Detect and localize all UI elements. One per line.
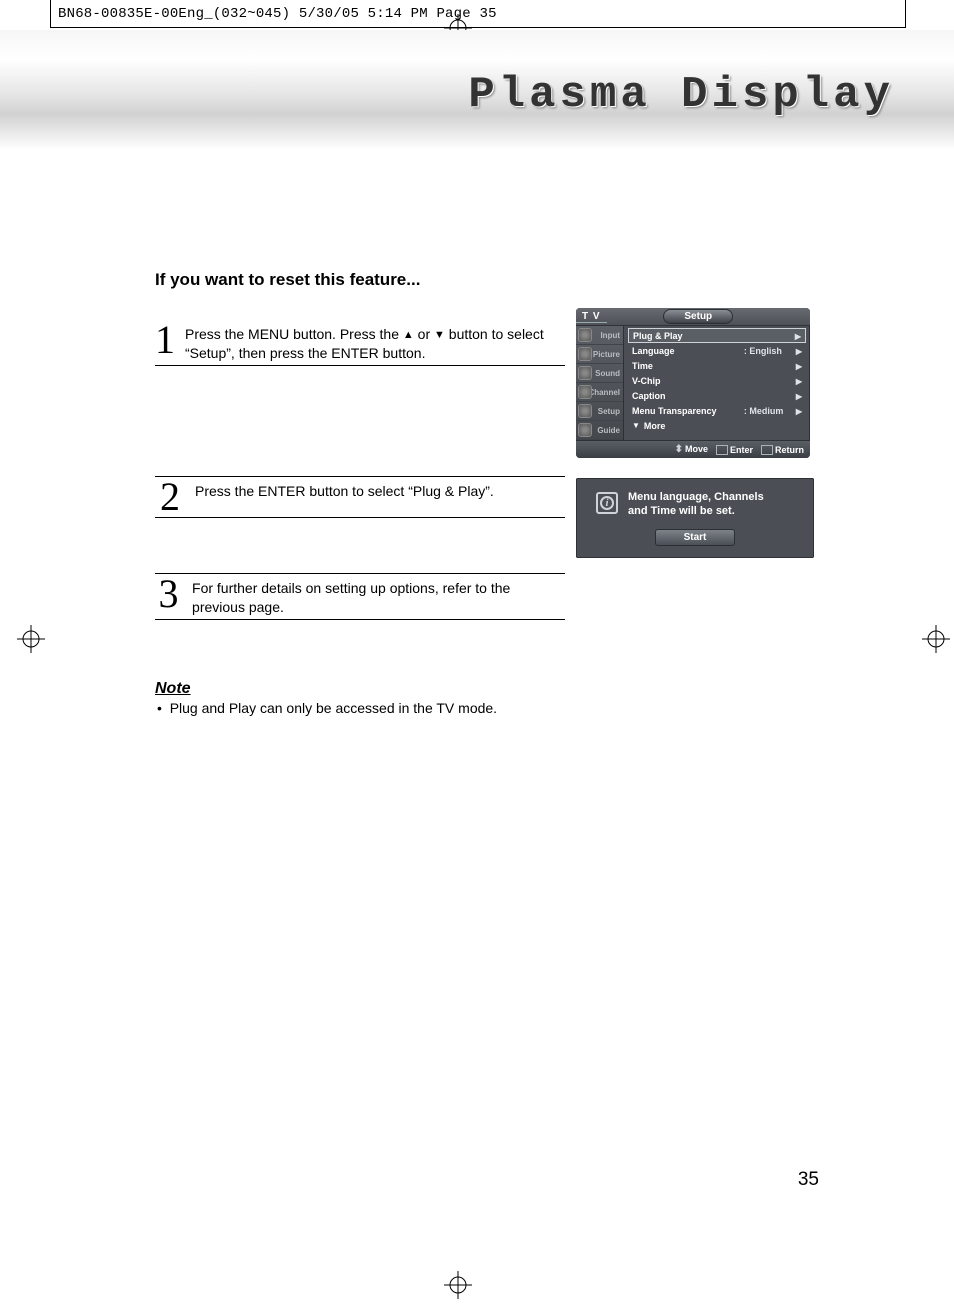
step-number: 3 <box>155 576 182 612</box>
step-2: 2 Press the ENTER button to select “Plug… <box>155 476 565 518</box>
page-header: Plasma Display <box>0 30 954 150</box>
step-1: 1 Press the MENU button. Press the or bu… <box>155 320 565 366</box>
step-text: Press the MENU button. Press the or butt… <box>185 322 565 363</box>
step-text: Press the ENTER button to select “Plug &… <box>195 479 494 501</box>
page-number: 35 <box>798 1169 819 1191</box>
down-triangle-icon <box>434 326 445 342</box>
print-metadata: BN68-00835E-00Eng_(032~045) 5/30/05 5:14… <box>58 6 497 22</box>
section-heading: If you want to reset this feature... <box>155 270 815 290</box>
up-triangle-icon <box>403 326 414 342</box>
registration-mark-icon <box>444 1271 472 1299</box>
step-3: 3 For further details on setting up opti… <box>155 573 565 620</box>
page-title: Plasma Display <box>468 70 894 120</box>
step-text: For further details on setting up option… <box>192 576 565 617</box>
step-number: 1 <box>155 322 175 358</box>
step-number: 2 <box>155 479 185 515</box>
note-bullet: • Plug and Play can only be accessed in … <box>155 700 815 716</box>
note-heading: Note <box>155 680 815 698</box>
registration-mark-icon <box>17 625 45 653</box>
registration-mark-icon <box>922 625 950 653</box>
